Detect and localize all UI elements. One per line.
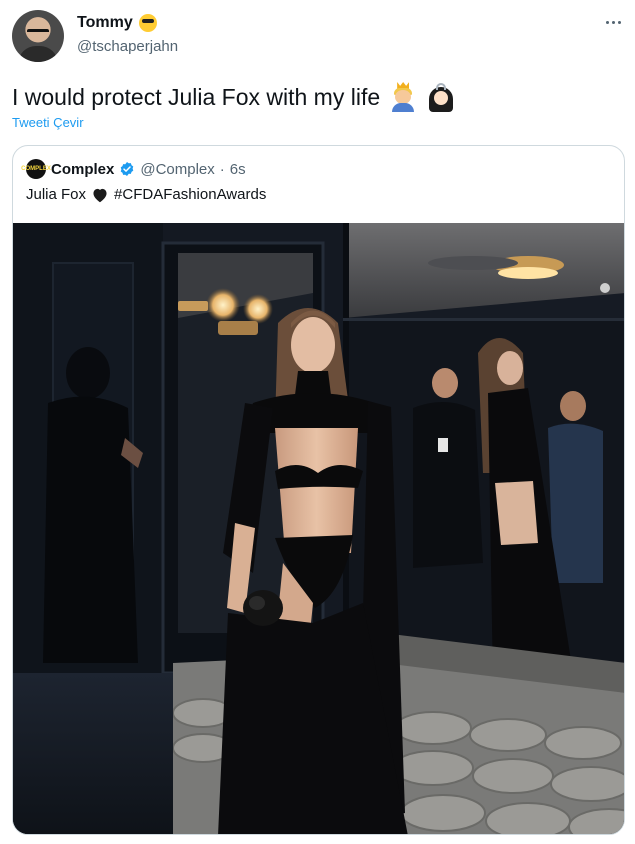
quoted-author-name[interactable]: Complex: [51, 161, 114, 178]
sunglasses-emoji-icon: [138, 14, 157, 32]
author-handle[interactable]: @tschaperjahn: [77, 38, 178, 55]
complex-logo-text: COMPLEX: [21, 166, 51, 172]
hashtag-link[interactable]: #CFDAFashionAwards: [114, 186, 266, 203]
verified-badge-icon: [121, 162, 134, 176]
quoted-tweet-photo[interactable]: [13, 223, 624, 834]
tweet-text-body: I would protect Julia Fox with my life: [12, 83, 381, 110]
photo-illustration: [13, 223, 624, 834]
author-name-row: Tommy: [77, 14, 157, 32]
avatar-glasses: [27, 29, 49, 35]
quoted-tweet-header: COMPLEX Complex @Complex · 6s: [21, 159, 246, 179]
quoted-author-handle[interactable]: @Complex: [140, 161, 214, 178]
quoted-text-body: Julia Fox: [26, 186, 87, 203]
quoted-tweet-card[interactable]: COMPLEX Complex @Complex · 6s Julia Fox …: [12, 145, 625, 835]
tweet: Tommy @tschaperjahn I would protect Juli…: [0, 0, 635, 844]
prince-emoji-icon: [388, 82, 418, 112]
translate-tweet-link[interactable]: Tweeti Çevir: [12, 115, 84, 130]
tweet-text: I would protect Julia Fox with my life: [12, 82, 456, 112]
author-display-name[interactable]: Tommy: [77, 14, 133, 32]
black-heart-icon: [93, 188, 107, 202]
quoted-tweet-text: Julia Fox #CFDAFashionAwards: [26, 186, 266, 203]
complex-logo-icon: COMPLEX: [21, 159, 51, 179]
avatar-shirt: [18, 46, 58, 62]
author-avatar[interactable]: [12, 10, 64, 62]
more-options-icon[interactable]: [600, 12, 626, 32]
quoted-separator: ·: [219, 160, 225, 178]
quoted-timestamp[interactable]: 6s: [230, 161, 246, 178]
princess-emoji-icon: [426, 82, 456, 112]
